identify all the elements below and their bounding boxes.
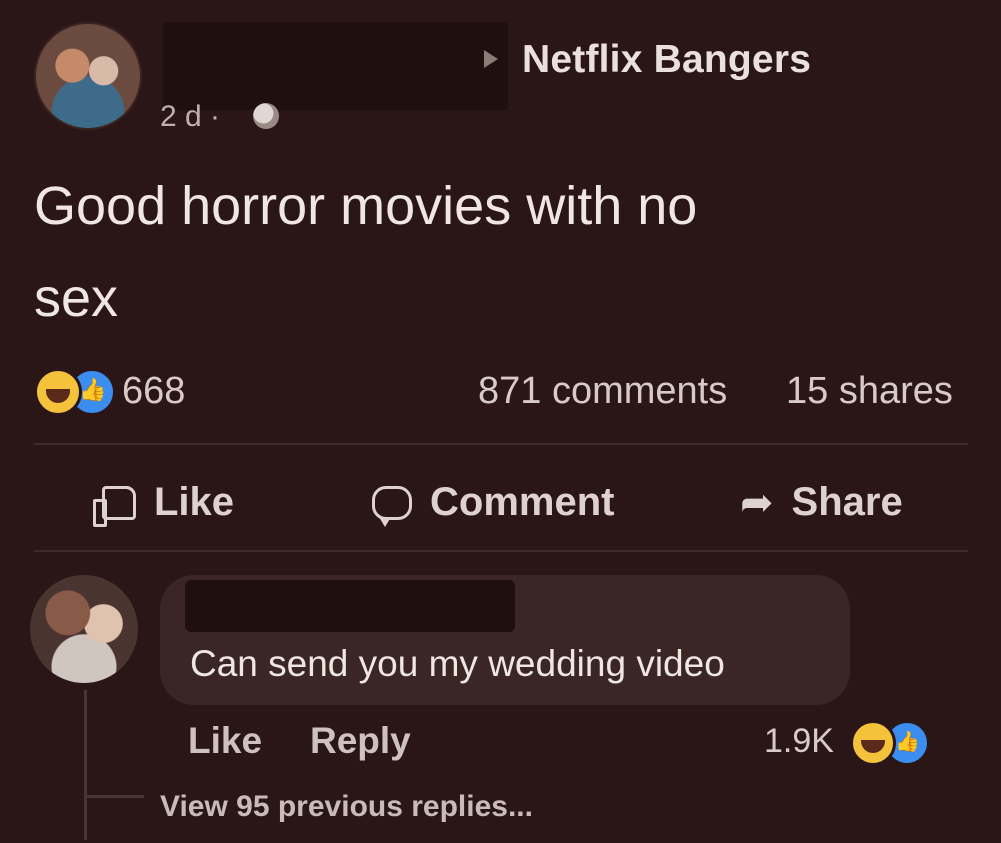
poster-avatar[interactable] (34, 22, 142, 130)
share-button[interactable]: ➦ Share (740, 480, 903, 525)
redacted-commenter-name (185, 580, 515, 632)
share-arrow-icon: ➦ (740, 480, 774, 525)
haha-icon[interactable] (850, 720, 896, 766)
thread-line (84, 690, 87, 840)
share-label: Share (791, 480, 903, 524)
haha-icon[interactable] (34, 368, 82, 416)
thumbs-up-icon (93, 485, 136, 527)
divider (34, 550, 968, 552)
commenter-avatar[interactable] (30, 575, 138, 683)
comment-bubble-icon (372, 485, 412, 527)
post-timestamp[interactable]: 2 d · (160, 100, 220, 134)
comment-like-button[interactable]: Like (188, 720, 262, 762)
view-previous-replies-link[interactable]: View 95 previous replies... (160, 790, 533, 824)
like-label: Like (154, 480, 235, 524)
comment-button[interactable]: Comment (372, 480, 615, 527)
arrow-right-icon (484, 50, 498, 68)
thread-connector (84, 795, 144, 798)
comment-reply-button[interactable]: Reply (310, 720, 411, 762)
reaction-count[interactable]: 668 (122, 370, 185, 413)
like-button[interactable]: Like (93, 480, 235, 527)
divider (34, 443, 968, 445)
comments-count[interactable]: 871 comments (478, 370, 727, 413)
shares-count[interactable]: 15 shares (786, 370, 953, 413)
comment-label: Comment (430, 480, 615, 524)
post-text: Good horror movies with no sex (34, 176, 698, 328)
redacted-poster-name (163, 22, 508, 110)
group-name-link[interactable]: Netflix Bangers (522, 38, 811, 82)
comment-text: Can send you my wedding video (190, 643, 725, 684)
comment-reaction-count[interactable]: 1.9K (764, 722, 834, 761)
globe-icon (253, 103, 279, 129)
